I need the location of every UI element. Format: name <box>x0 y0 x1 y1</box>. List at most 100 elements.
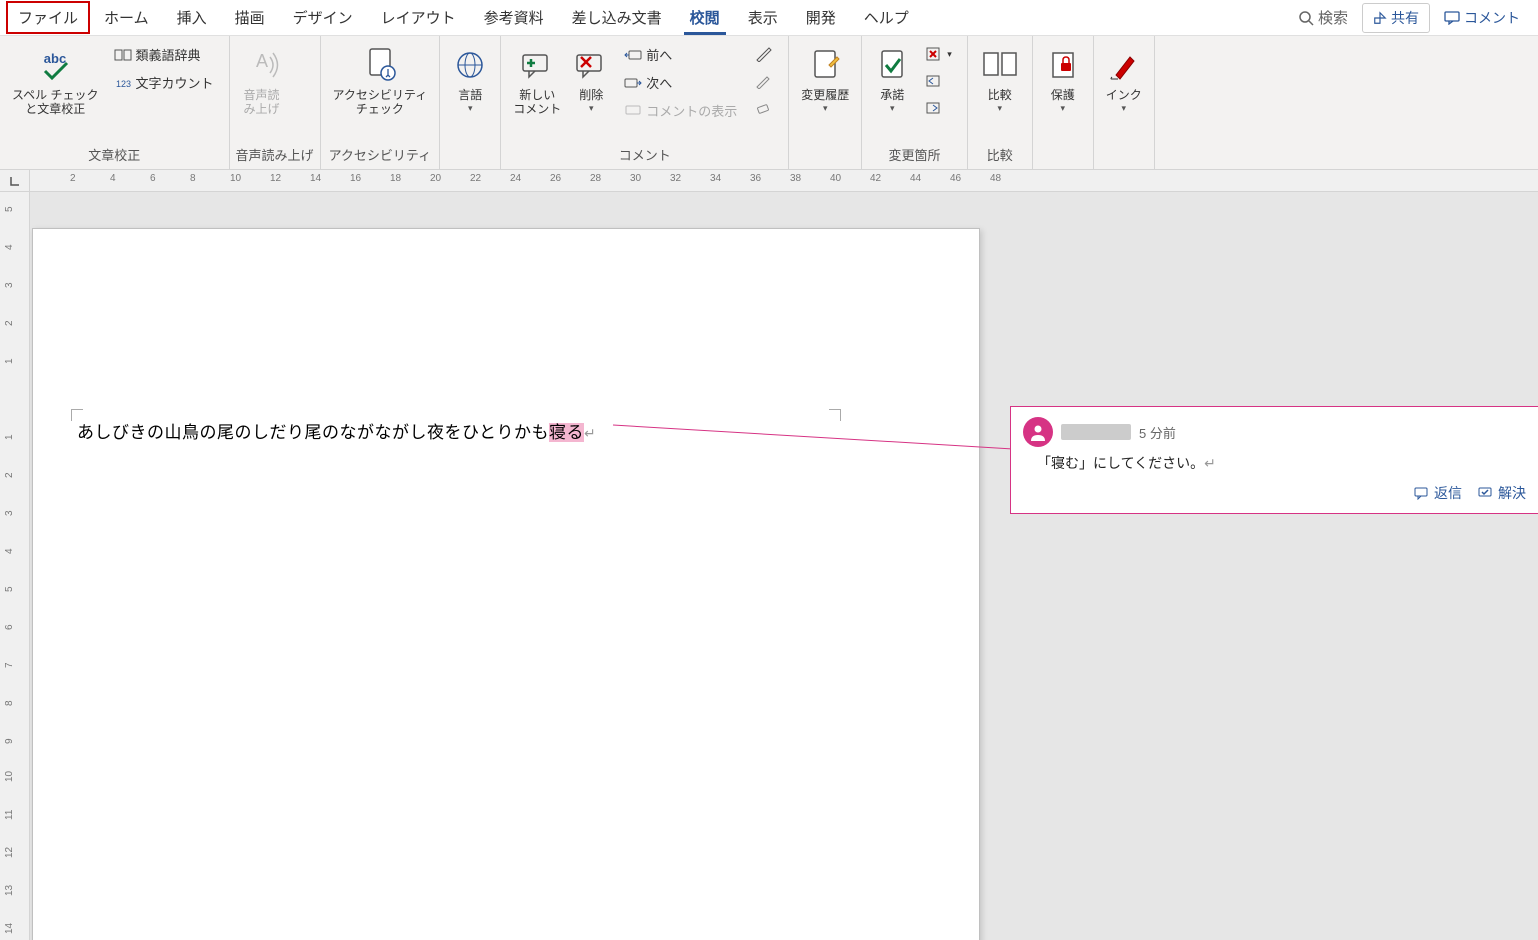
document-text[interactable]: あしびきの山鳥の尾のしだり尾のながながし夜をひとりかも寝る↵ <box>77 418 596 443</box>
tab-mailings[interactable]: 差し込み文書 <box>558 1 676 34</box>
ink-button[interactable]: インク ▾ <box>1100 40 1148 118</box>
group-protect: 保護 ▾ <box>1033 36 1094 169</box>
new-comment-button[interactable]: 新しい コメント <box>507 40 567 121</box>
chevron-down-icon: ▾ <box>947 49 952 60</box>
pencil-icon-button[interactable] <box>750 69 778 93</box>
group-proofing: abc スペル チェック と文章校正 類義語辞典 123 文字カウント 文章校正 <box>0 36 230 169</box>
svg-text:A: A <box>256 51 268 71</box>
resolve-icon <box>1478 486 1494 500</box>
group-ink: インク ▾ <box>1094 36 1155 169</box>
tab-developer[interactable]: 開発 <box>792 1 850 34</box>
resolve-button[interactable]: 解決 <box>1478 483 1526 503</box>
ruler-row: 2468101214161820222426283032343638404244… <box>0 170 1538 192</box>
group-speech-label: 音声読み上げ <box>236 142 314 169</box>
document-canvas[interactable]: あしびきの山鳥の尾のしだり尾のながながし夜をひとりかも寝る↵ 5 分前 「寝む」… <box>30 192 1538 940</box>
tab-help[interactable]: ヘルプ <box>850 1 923 34</box>
share-label: 共有 <box>1391 8 1419 28</box>
new-comment-label: 新しい コメント <box>513 88 561 117</box>
reject-button[interactable]: ▾ <box>920 42 957 66</box>
tab-view[interactable]: 表示 <box>734 1 792 34</box>
compare-button[interactable]: 比較 ▾ <box>974 40 1026 118</box>
editing-area: 543211234567891011121314 あしびきの山鳥の尾のしだり尾の… <box>0 192 1538 940</box>
delete-comment-button[interactable]: 削除 ▾ <box>567 40 615 118</box>
group-tracking-label <box>795 161 855 169</box>
prev-comment-icon <box>624 46 642 64</box>
pen-icon-button[interactable] <box>750 42 778 66</box>
language-icon <box>452 44 488 86</box>
compare-icon <box>980 44 1020 86</box>
share-button[interactable]: 共有 <box>1362 3 1430 33</box>
comment-button-top[interactable]: コメント <box>1436 4 1528 32</box>
comment-author <box>1061 424 1131 440</box>
pencil-icon <box>755 72 773 90</box>
read-aloud-button[interactable]: A 音声読 み上げ <box>236 40 288 121</box>
thesaurus-button[interactable]: 類義語辞典 <box>109 42 219 67</box>
next-comment-icon <box>624 74 642 92</box>
show-comments-icon <box>624 102 642 120</box>
prev-change-button[interactable] <box>920 69 957 93</box>
accept-icon <box>874 44 910 86</box>
ribbon: abc スペル チェック と文章校正 類義語辞典 123 文字カウント 文章校正 <box>0 36 1538 170</box>
spell-check-button[interactable]: abc スペル チェック と文章校正 <box>6 40 105 121</box>
chevron-down-icon: ▾ <box>468 103 473 114</box>
spell-check-icon: abc <box>35 44 75 86</box>
document-page[interactable]: あしびきの山鳥の尾のしだり尾のながながし夜をひとりかも寝る↵ <box>32 228 980 940</box>
svg-text:abc: abc <box>44 51 66 66</box>
word-count-button[interactable]: 123 文字カウント <box>109 70 219 95</box>
comment-connector-line <box>613 425 1033 455</box>
reply-label: 返信 <box>1434 483 1462 503</box>
tab-review[interactable]: 校閲 <box>676 1 734 34</box>
comment-text[interactable]: 「寝む」にしてください。↵ <box>1037 453 1526 473</box>
protect-button[interactable]: 保護 ▾ <box>1039 40 1087 118</box>
language-button[interactable]: 言語 ▾ <box>446 40 494 118</box>
horizontal-ruler[interactable]: 2468101214161820222426283032343638404244… <box>30 170 1538 191</box>
comment-top-label: コメント <box>1464 8 1520 28</box>
next-change-button[interactable] <box>920 96 957 120</box>
tab-layout[interactable]: レイアウト <box>367 1 470 34</box>
tab-file[interactable]: ファイル <box>6 1 90 34</box>
word-count-icon: 123 <box>114 74 132 92</box>
ink-label: インク <box>1106 88 1142 102</box>
accessibility-icon <box>360 44 400 86</box>
group-speech: A 音声読 み上げ 音声読み上げ <box>230 36 321 169</box>
tab-design[interactable]: デザイン <box>279 1 367 34</box>
tab-stop-selector[interactable] <box>0 170 30 191</box>
paragraph-mark-icon: ↵ <box>1204 455 1216 471</box>
group-accessibility-label: アクセシビリティ <box>327 142 434 169</box>
accept-button[interactable]: 承諾 ▾ <box>868 40 916 118</box>
group-accessibility: アクセシビリティ チェック アクセシビリティ <box>321 36 441 169</box>
comment-panel[interactable]: 5 分前 「寝む」にしてください。↵ 返信 解決 <box>1010 406 1538 514</box>
read-aloud-icon: A <box>242 44 282 86</box>
comment-timestamp: 5 分前 <box>1139 423 1176 442</box>
chevron-down-icon: ▾ <box>1061 103 1066 114</box>
group-language-label <box>446 161 494 169</box>
accessibility-check-button[interactable]: アクセシビリティ チェック <box>327 40 434 121</box>
thesaurus-icon <box>114 46 132 64</box>
pen-icon <box>755 45 773 63</box>
paragraph-mark-icon: ↵ <box>584 427 596 442</box>
chevron-down-icon: ▾ <box>823 103 828 114</box>
language-label: 言語 <box>458 88 482 102</box>
read-aloud-label: 音声読 み上げ <box>244 88 280 117</box>
group-comments-label: コメント <box>507 142 782 169</box>
tab-references[interactable]: 参考資料 <box>470 1 558 34</box>
comment-text-content: 「寝む」にしてください。 <box>1037 455 1204 471</box>
accept-label: 承諾 <box>880 88 904 102</box>
tab-home[interactable]: ホーム <box>90 1 163 34</box>
vertical-ruler[interactable]: 543211234567891011121314 <box>0 192 30 940</box>
reply-button[interactable]: 返信 <box>1414 483 1462 503</box>
group-comments: 新しい コメント 削除 ▾ 前へ 次へ <box>501 36 789 169</box>
next-comment-label: 次へ <box>646 73 672 92</box>
group-compare: 比較 ▾ 比較 <box>968 36 1033 169</box>
spell-check-label: スペル チェック と文章校正 <box>12 88 99 117</box>
chevron-down-icon: ▾ <box>890 103 895 114</box>
tab-draw[interactable]: 描画 <box>221 1 279 34</box>
prev-comment-button[interactable]: 前へ <box>619 42 742 67</box>
tab-insert[interactable]: 挿入 <box>163 1 221 34</box>
next-comment-button[interactable]: 次へ <box>619 70 742 95</box>
protect-icon <box>1045 44 1081 86</box>
track-changes-button[interactable]: 変更履歴 ▾ <box>795 40 855 118</box>
show-comments-button[interactable]: コメントの表示 <box>619 98 742 123</box>
eraser-icon-button[interactable] <box>750 96 778 120</box>
search-box[interactable]: 検索 <box>1290 3 1356 32</box>
